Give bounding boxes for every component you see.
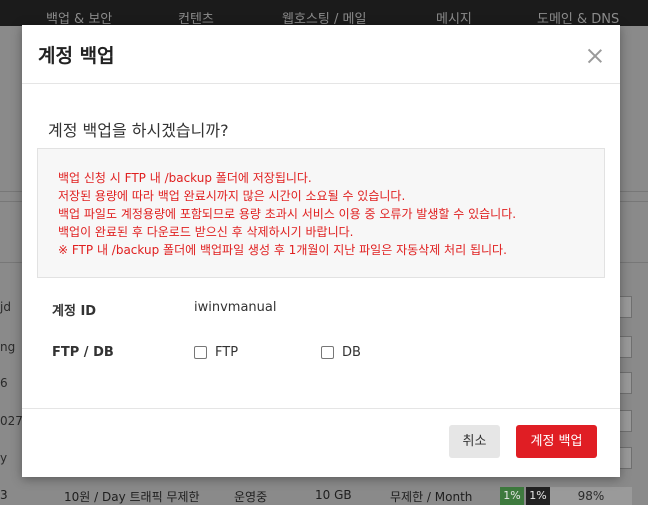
backup-dialog: 계정 백업 계정 백업을 하시겠습니까? 백업 신청 시 FTP 내 /back… [22, 25, 620, 477]
bg-cell: y [0, 451, 8, 465]
db-checkbox[interactable]: DB [321, 345, 361, 360]
cancel-button[interactable]: 취소 [449, 425, 500, 458]
table-row: 3 10원 / Day 트래픽 무제한 운영중 10 GB 무제한 / Mont… [0, 485, 648, 505]
account-backup-button[interactable]: 계정 백업 [516, 425, 597, 458]
bg-cell: 6 [0, 376, 8, 390]
ftp-db-label: FTP / DB [52, 345, 114, 360]
account-id-label: 계정 ID [52, 304, 97, 319]
dialog-footer: 취소 계정 백업 [22, 408, 620, 478]
notice-line: 저장된 용량에 따라 백업 완료시까지 많은 시간이 소요될 수 있습니다. [58, 189, 406, 203]
ftp-checkbox-label: FTP [215, 345, 239, 360]
notice-line: ※ FTP 내 /backup 폴더에 백업파일 생성 후 1개월이 지난 파일… [58, 243, 507, 257]
account-id-value: iwinvmanual [194, 300, 277, 315]
usage-bar-used: 1% [500, 487, 524, 505]
usage-bar-free: 98% [550, 487, 632, 505]
bg-cell-price: 10원 / Day 트래픽 무제한 [64, 490, 200, 504]
notice-line: 백업 파일도 계정용량에 포함되므로 용량 초과시 서비스 이용 중 오류가 발… [58, 207, 517, 221]
bg-cell: jd [0, 300, 11, 314]
db-checkbox-label: DB [342, 345, 361, 360]
close-icon[interactable] [584, 45, 606, 67]
usage-bar-dark: 1% [526, 487, 550, 505]
checkbox-box[interactable] [194, 346, 207, 359]
notice-box: 백업 신청 시 FTP 내 /backup 폴더에 저장됩니다. 저장된 용량에… [37, 148, 605, 278]
bg-cell: ng [0, 340, 16, 354]
top-navigation: 백업 & 보안 컨텐츠 웹호스팅 / 메일 메시지 도메인 & DNS [0, 0, 648, 27]
dialog-header: 계정 백업 [22, 25, 620, 84]
ftp-checkbox[interactable]: FTP [194, 345, 238, 360]
bg-cell-disk: 10 GB [315, 488, 352, 502]
confirm-question: 계정 백업을 하시겠습니까? [48, 121, 229, 140]
notice-line: 백업 신청 시 FTP 내 /backup 폴더에 저장됩니다. [58, 171, 312, 185]
bg-cell-status: 운영중 [234, 490, 268, 504]
bg-cell: 027 [0, 414, 23, 428]
bg-cell-traffic: 무제한 / Month [390, 490, 473, 504]
notice-line: 백업이 완료된 후 다운로드 받으신 후 삭제하시기 바랍니다. [58, 225, 354, 239]
dialog-title: 계정 백업 [38, 45, 115, 67]
bg-cell: 3 [0, 488, 8, 502]
checkbox-box[interactable] [321, 346, 334, 359]
